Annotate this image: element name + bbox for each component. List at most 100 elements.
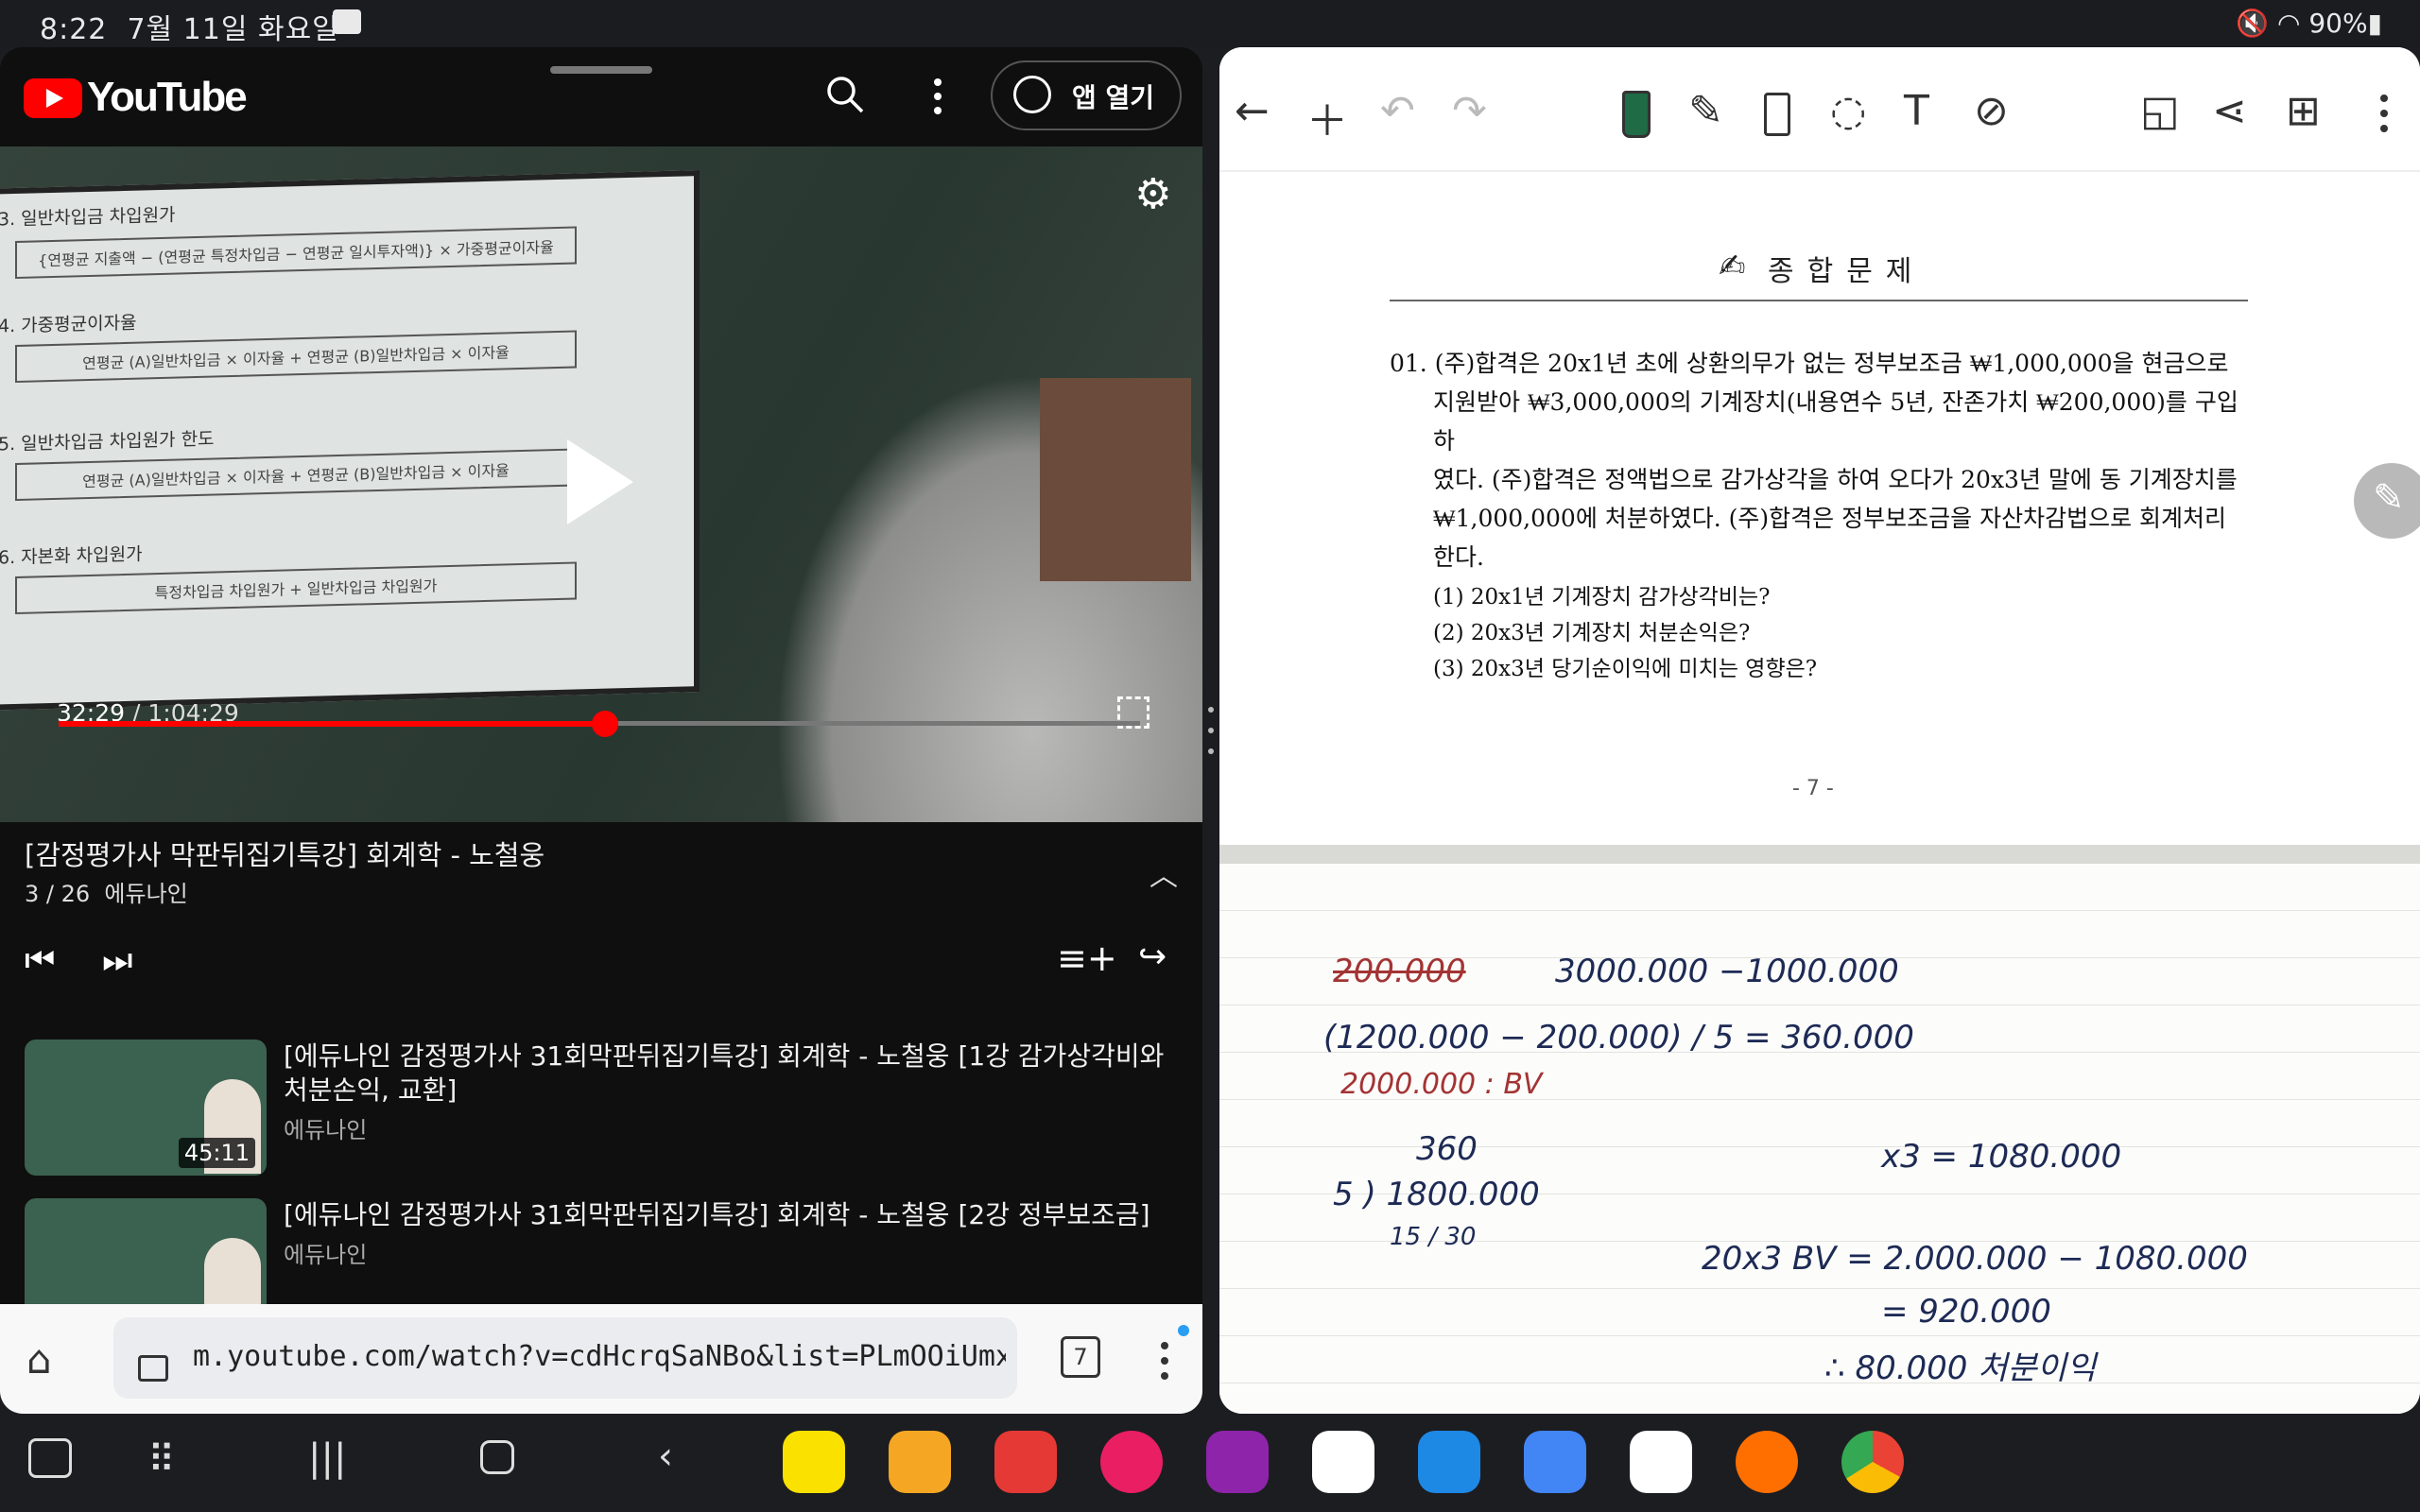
pdf-page: ✍ 종합문제 01. (주)합격은 20x1년 초에 상환의무가 없는 정부보조… xyxy=(1219,172,2420,845)
browser-menu-icon[interactable] xyxy=(1159,1340,1170,1385)
handwriting-line: 20x3 BV = 2.000.000 − 1080.000 xyxy=(1702,1240,2248,1278)
playlist-channel: 에듀나인 xyxy=(104,881,188,907)
recent-apps-panel-icon[interactable] xyxy=(28,1438,72,1478)
slide-line: 5. 일반차입금 차입원가 한도 xyxy=(0,428,215,455)
tab-switcher-button[interactable]: 7 xyxy=(1061,1336,1100,1378)
add-to-queue-icon[interactable]: ≡+ xyxy=(1057,937,1117,979)
highlighter-icon[interactable]: ✎ xyxy=(1688,87,1723,135)
add-icon[interactable]: ＋ xyxy=(1306,87,1348,147)
slide-line: 6. 자본화 차입원가 xyxy=(0,543,143,569)
section-heading: 종합문제 xyxy=(1768,255,1926,288)
playlist-item-channel: 에듀나인 xyxy=(284,1242,368,1268)
redo-icon[interactable]: ↷ xyxy=(1452,87,1487,135)
share-icon[interactable]: ↪ xyxy=(1138,937,1167,976)
battery-icon: ▮ xyxy=(2367,8,2382,39)
google-docs-icon[interactable] xyxy=(1524,1431,1586,1493)
shapes-icon[interactable]: ◱ xyxy=(2140,87,2180,135)
settings-gear-icon[interactable]: ⚙ xyxy=(1134,170,1171,218)
undo-icon[interactable]: ↶ xyxy=(1380,87,1415,135)
playlist-item-title: [에듀나인 감정평가사 31회막판뒤집기특강] 회계학 - 노철웅 [2강 정부… xyxy=(284,1199,1150,1230)
question-line: ₩1,000,000에 처분하였다. (주)합격은 정부보조금을 자산차감법으로… xyxy=(1433,505,2227,532)
slide-box: 특정차입금 차입원가 + 일반차입금 차입원가 xyxy=(15,561,577,615)
back-arrow-icon[interactable]: ← xyxy=(1235,87,1270,135)
floating-pen-button[interactable]: ✎ xyxy=(2354,463,2420,539)
sub-question: (3) 20x3년 당기순이익에 미치는 영향은? xyxy=(1433,657,1818,681)
split-divider-handle[interactable] xyxy=(1208,704,1214,757)
navigation-bar: ⠿ ||| ‹ xyxy=(0,1414,2420,1512)
playlist-item-title: [에듀나인 감정평가사 31회막판뒤집기특강] 회계학 - 노철웅 [1강 감가… xyxy=(284,1040,1165,1106)
pen-tool-icon[interactable] xyxy=(1622,91,1651,138)
handwriting-line: x3 = 1080.000 xyxy=(1881,1138,2122,1176)
open-app-label: 앱 열기 xyxy=(1072,82,1155,113)
firefox-icon[interactable] xyxy=(1736,1431,1798,1493)
handwriting-line: 3000.000 −1000.000 xyxy=(1555,953,1899,990)
slide-box: 연평균 (A)일반차입금 × 이자율 + 연평균 (B)일반차입금 × 이자율 xyxy=(15,330,577,384)
address-bar[interactable]: m.youtube.com/watch?v=cdHcrqSaNBo&list=P… xyxy=(113,1317,1017,1399)
lasso-icon[interactable]: ◌ xyxy=(1830,87,1866,135)
window-drag-handle[interactable] xyxy=(550,66,652,74)
previous-icon[interactable]: ⏮ xyxy=(25,941,55,981)
chrome-icon[interactable] xyxy=(1841,1431,1904,1493)
status-right: 🔇 ◠ 90%▮ xyxy=(2236,8,2382,39)
sub-question: (2) 20x3년 기계장치 처분손익은? xyxy=(1433,621,1751,645)
eraser-icon[interactable] xyxy=(1764,93,1790,136)
mute-icon: 🔇 xyxy=(2236,8,2270,39)
flower-app-icon[interactable] xyxy=(1100,1431,1163,1493)
search-icon[interactable] xyxy=(824,74,866,119)
play-icon[interactable] xyxy=(567,439,633,524)
lock-icon xyxy=(138,1355,168,1382)
youtube-window: YouTube 앱 열기 3. 일반차입금 차입원가 {연평균 지출액 − (연… xyxy=(0,47,1202,1414)
video-thumbnail: 45:11 xyxy=(25,1040,267,1176)
home-nav-icon[interactable] xyxy=(480,1440,514,1474)
files-app-icon[interactable] xyxy=(889,1431,951,1493)
progress-fill xyxy=(59,721,605,727)
playlist-title: [감정평가사 막판뒤집기특강] 회계학 - 노철웅 xyxy=(25,839,545,871)
page-separator xyxy=(1219,845,2420,864)
handwriting-line: 360 xyxy=(1416,1130,1478,1168)
question-line: 였다. (주)합격은 정액법으로 감가상각을 하여 오다가 20x3년 말에 동… xyxy=(1433,466,2238,493)
notes-app-icon[interactable] xyxy=(994,1431,1057,1493)
question-line: 01. (주)합격은 20x1년 초에 상환의무가 없는 정부보조금 ₩1,00… xyxy=(1390,350,2229,377)
recents-icon[interactable]: ||| xyxy=(308,1436,346,1480)
grid-view-icon[interactable]: ⊞ xyxy=(2286,87,2321,135)
more-options-icon[interactable] xyxy=(932,77,943,119)
pen-app-icon[interactable] xyxy=(1418,1431,1480,1493)
office-app-icon[interactable] xyxy=(1312,1431,1374,1493)
slide-line: 3. 일반차입금 차입원가 xyxy=(0,204,176,231)
slide-box: {연평균 지출액 − (연평균 특정차입금 − 연평균 일시투자액)} × 가중… xyxy=(15,226,577,280)
youtube-header: YouTube 앱 열기 xyxy=(0,47,1202,146)
status-bar: 8:22 7월 11일 화요일 🔇 ◠ 90%▮ xyxy=(0,0,2420,47)
home-icon[interactable]: ⌂ xyxy=(26,1336,52,1383)
collapse-chevron-icon[interactable]: ︿ xyxy=(1150,852,1178,894)
update-badge xyxy=(1178,1325,1189,1336)
battery-level: 90% xyxy=(2308,8,2368,39)
question-text: 01. (주)합격은 20x1년 초에 상환의무가 없는 정부보조금 ₩1,00… xyxy=(1390,344,2245,576)
pencil-heading-icon: ✍ xyxy=(1719,248,1746,285)
sound-app-icon[interactable] xyxy=(1206,1431,1269,1493)
playlist-item[interactable]: 45:11 [에듀나인 감정평가사 31회막판뒤집기특강] 회계학 - 노철웅 … xyxy=(25,1040,1187,1181)
playlist-meta: 3 / 26 에듀나인 xyxy=(25,875,188,908)
youtube-logo-icon[interactable] xyxy=(24,78,82,118)
handwriting-line: 2000.000 : BV xyxy=(1340,1068,1543,1101)
open-app-button[interactable]: 앱 열기 xyxy=(991,60,1182,130)
page-number: - 7 - xyxy=(1792,777,1834,800)
handwriting-page[interactable] xyxy=(1219,864,2420,1414)
share-icon[interactable]: ⋖ xyxy=(2212,87,2247,135)
next-icon[interactable]: ⏭ xyxy=(102,941,132,981)
notes-menu-icon[interactable] xyxy=(2378,93,2390,138)
thumbnail-duration: 45:11 xyxy=(178,1138,255,1168)
study-app-icon[interactable] xyxy=(1630,1431,1692,1493)
app-drawer-icon[interactable]: ⠿ xyxy=(147,1438,175,1482)
url-text: m.youtube.com/watch?v=cdHcrqSaNBo&list=P… xyxy=(193,1340,1006,1373)
blurred-face xyxy=(1040,378,1191,581)
text-tool-icon[interactable]: T xyxy=(1904,87,1929,135)
progress-scrubber[interactable] xyxy=(591,711,618,737)
back-nav-icon[interactable]: ‹ xyxy=(658,1435,673,1478)
question-line: 한다. xyxy=(1433,543,1484,571)
handwriting-line: 5 ) 1800.000 xyxy=(1333,1176,1540,1213)
handwriting-line: ∴ 80.000 처분이익 xyxy=(1824,1349,2097,1387)
pen-off-icon[interactable]: ⊘ xyxy=(1974,87,2009,135)
heading-rule xyxy=(1390,300,2248,301)
question-line: 지원받아 ₩3,000,000의 기계장치(내용연수 5년, 잔존가치 ₩200… xyxy=(1433,388,2238,455)
kakaotalk-app-icon[interactable] xyxy=(783,1431,845,1493)
